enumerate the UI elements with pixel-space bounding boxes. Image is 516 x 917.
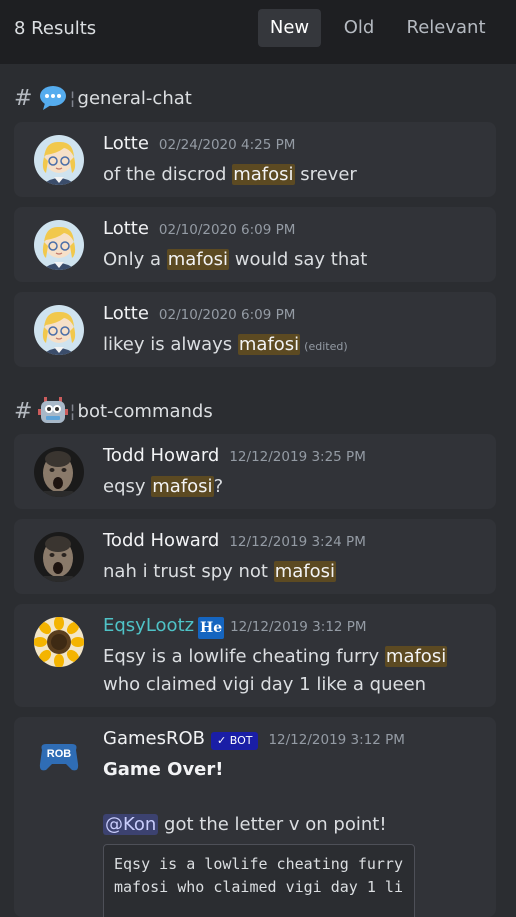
avatar[interactable] [34, 135, 84, 185]
avatar[interactable] [34, 447, 84, 497]
tab-new[interactable]: New [258, 9, 321, 47]
search-result-message[interactable]: Lotte 02/10/2020 6:09 PM Only a mafosi w… [14, 207, 496, 282]
message-content: Eqsy is a lowlife cheating furry mafosi … [103, 646, 448, 695]
timestamp: 12/12/2019 3:25 PM [229, 449, 366, 465]
timestamp: 02/10/2020 6:09 PM [158, 222, 296, 238]
timestamp: 02/10/2020 6:09 PM [158, 307, 296, 323]
embed-title: Game Over! [103, 759, 224, 780]
author-name[interactable]: Lotte [103, 303, 149, 324]
tab-relevant[interactable]: Relevant [397, 9, 495, 47]
search-highlight: mafosi [384, 646, 448, 667]
search-result-message[interactable]: Lotte 02/10/2020 6:09 PM likey is always… [14, 292, 496, 367]
search-result-message[interactable]: ROB GamesROB ✓ BOT 12/12/2019 3:12 PM Ga… [14, 717, 496, 917]
message-header: Lotte 02/24/2020 4:25 PM [103, 133, 295, 159]
search-result-message[interactable]: EqsyLootz He 12/12/2019 3:12 PM Eqsy is … [14, 604, 496, 707]
author-name[interactable]: Todd Howard [103, 530, 219, 551]
channel-separator: ¦ [69, 87, 76, 109]
robot-icon [38, 397, 69, 425]
tab-old[interactable]: Old [333, 9, 385, 47]
avatar-text: ROB [47, 748, 72, 760]
hash-icon: # [14, 85, 33, 111]
search-result-message[interactable]: Todd Howard 12/12/2019 3:25 PM eqsy mafo… [14, 434, 496, 509]
message-content: nah i trust spy not mafosi [103, 561, 336, 582]
edited-label: (edited) [304, 340, 348, 353]
timestamp: 12/12/2019 3:24 PM [229, 534, 366, 550]
search-highlight: mafosi [237, 334, 301, 355]
message-header: Lotte 02/10/2020 6:09 PM [103, 218, 295, 244]
channel-header-general-chat[interactable]: # ¦ general-chat [14, 83, 192, 113]
message-header: Todd Howard 12/12/2019 3:25 PM [103, 445, 366, 471]
channel-header-bot-commands[interactable]: # ¦ bot-commands [14, 396, 213, 426]
bot-badge: ✓ BOT [211, 732, 259, 750]
message-content: eqsy mafosi? [103, 476, 224, 497]
search-results-header: 8 Results New Old Relevant [0, 0, 516, 64]
author-name[interactable]: Lotte [103, 133, 149, 154]
avatar[interactable] [34, 617, 84, 667]
message-content: of the discrod mafosi srever [103, 164, 357, 185]
channel-name: bot-commands [77, 400, 213, 422]
author-name[interactable]: GamesROB [103, 728, 205, 749]
search-result-message[interactable]: Todd Howard 12/12/2019 3:24 PM nah i tru… [14, 519, 496, 594]
message-content: Game Over! @Kon got the letter v on poin… [103, 756, 476, 839]
user-mention[interactable]: @Kon [103, 814, 159, 835]
avatar[interactable] [34, 532, 84, 582]
role-badge: He [198, 617, 225, 639]
search-highlight: mafosi [151, 476, 214, 497]
message-content: Only a mafosi would say that [103, 249, 368, 270]
timestamp: 12/12/2019 3:12 PM [268, 732, 405, 748]
results-count: 8 Results [14, 18, 97, 39]
gamepad-icon[interactable]: ROB [34, 730, 84, 780]
timestamp: 12/12/2019 3:12 PM [230, 619, 367, 635]
timestamp: 02/24/2020 4:25 PM [158, 137, 296, 153]
author-name[interactable]: EqsyLootz [103, 615, 194, 636]
channel-separator: ¦ [69, 400, 76, 422]
search-highlight: mafosi [232, 164, 295, 185]
message-header: GamesROB ✓ BOT 12/12/2019 3:12 PM [103, 728, 405, 754]
author-name[interactable]: Todd Howard [103, 445, 219, 466]
message-header: Lotte 02/10/2020 6:09 PM [103, 303, 295, 329]
message-header: Todd Howard 12/12/2019 3:24 PM [103, 530, 366, 556]
search-highlight: mafosi [273, 561, 336, 582]
hash-icon: # [14, 398, 33, 424]
search-result-message[interactable]: Lotte 02/24/2020 4:25 PM of the discrod … [14, 122, 496, 197]
avatar[interactable] [34, 220, 84, 270]
speech-bubble-icon [38, 84, 68, 112]
channel-name: general-chat [77, 87, 192, 109]
avatar[interactable] [34, 305, 84, 355]
message-header: EqsyLootz He 12/12/2019 3:12 PM [103, 615, 367, 641]
author-name[interactable]: Lotte [103, 218, 149, 239]
code-block: Eqsy is a lowlife cheating furry mafosi … [103, 844, 415, 917]
message-content: likey is always mafosi (edited) [103, 334, 348, 355]
search-highlight: mafosi [166, 249, 229, 270]
